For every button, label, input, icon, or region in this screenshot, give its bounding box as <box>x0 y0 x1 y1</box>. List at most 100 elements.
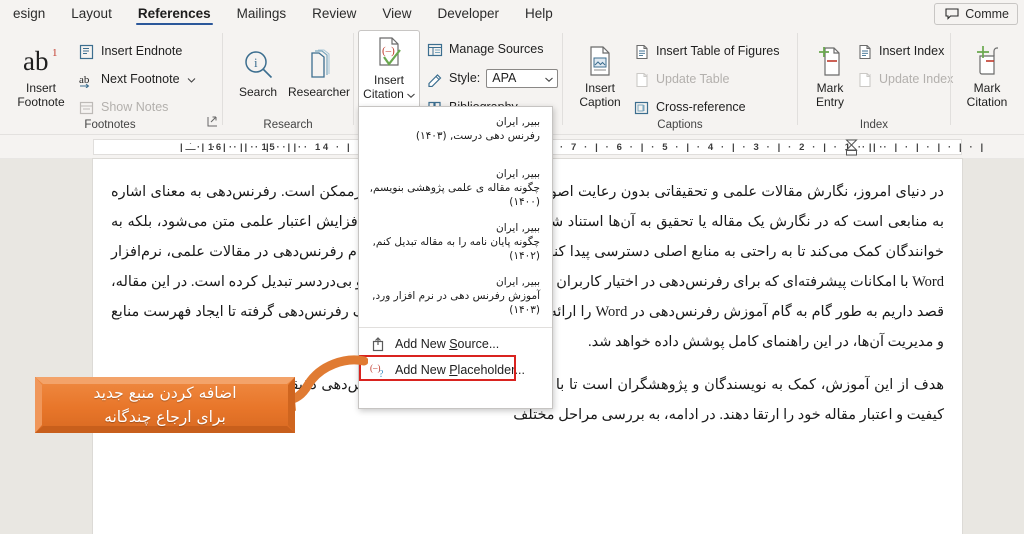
insert-endnote-button[interactable]: Insert Endnote <box>78 43 182 60</box>
group-label-research: Research <box>263 119 313 131</box>
insert-footnote-label-2: Footnote <box>17 95 65 109</box>
tab-view[interactable]: View <box>369 0 424 27</box>
researcher-button-label: Researcher <box>287 85 351 99</box>
group-label-footnotes: Footnotes <box>84 119 136 131</box>
citation-source-item[interactable]: ببیر, ایران رفرنس دهی درست, (۱۴۰۳) <box>359 111 552 145</box>
insert-caption-label-1: Insert <box>584 81 615 95</box>
comment-bubble-icon <box>943 6 960 23</box>
mark-citation-label-1: Mark <box>973 81 1001 95</box>
citation-source-title: آموزش رفرنس دهی در نرم افزار ورد, (۱۴۰۳) <box>372 290 540 316</box>
update-index-button: ! Update Index <box>856 71 953 88</box>
ab-superscript-icon: ab 1 <box>21 41 61 81</box>
citation-style-value: APA <box>492 71 517 85</box>
citation-source-title: چگونه مقاله ی علمی پژوهشی بنویسم, (۱۴۰۰) <box>369 182 540 208</box>
insert-table-of-figures-button[interactable]: Insert Table of Figures <box>633 43 779 60</box>
mark-entry-button[interactable]: Mark Entry <box>806 41 854 109</box>
add-new-source-label: Add New Source... <box>395 337 500 351</box>
add-new-placeholder-icon: (–) ? <box>369 362 386 379</box>
insert-footnote-button[interactable]: ab 1 Insert Footnote <box>10 41 72 109</box>
manage-sources-button[interactable]: Manage Sources <box>426 41 544 58</box>
mark-citation-button[interactable]: Mark Citation <box>959 41 1015 109</box>
citation-source-title: رفرنس دهی درست, (۱۴۰۳) <box>415 130 540 142</box>
cross-reference-label: Cross-reference <box>656 100 746 114</box>
menu-separator <box>359 327 552 328</box>
insert-caption-label-2: Caption <box>579 95 621 109</box>
next-footnote-icon: ab <box>78 71 95 88</box>
search-icon: i <box>241 45 275 85</box>
add-new-source-icon <box>369 336 386 353</box>
insert-endnote-label: Insert Endnote <box>101 44 183 58</box>
mark-entry-label-1: Mark <box>816 81 844 95</box>
mark-entry-label-2: Entry <box>815 95 844 109</box>
add-new-placeholder-menu-item[interactable]: (–) ? Add New Placeholder... <box>359 357 552 383</box>
insert-caption-button[interactable]: Insert Caption <box>571 41 629 109</box>
show-notes-label: Show Notes <box>101 100 169 114</box>
group-label-index: Index <box>859 119 889 131</box>
svg-text:(–): (–) <box>382 45 395 57</box>
chevron-down-icon[interactable] <box>545 71 554 86</box>
tab-review[interactable]: Review <box>299 0 369 27</box>
svg-text:?: ? <box>379 369 384 378</box>
citation-source-item[interactable]: ببیر, ایران چگونه مقاله ی علمی پژوهشی بن… <box>359 163 552 211</box>
add-new-placeholder-label: Add New Placeholder... <box>395 363 525 377</box>
ribbon-tab-strip: esign Layout References Mailings Review … <box>0 0 1024 27</box>
right-indent-marker[interactable] <box>845 139 858 156</box>
insert-citation-chevron-down-icon[interactable] <box>406 87 415 101</box>
word-window: esign Layout References Mailings Review … <box>0 0 1024 534</box>
next-footnote-button[interactable]: ab Next Footnote <box>78 71 198 88</box>
footnotes-dialog-launcher[interactable] <box>207 116 218 130</box>
group-label-captions: Captions <box>657 119 703 131</box>
callout-line-2: برای ارجاع چندگانه <box>104 408 226 426</box>
insert-index-button[interactable]: Insert Index <box>856 43 944 60</box>
annotation-callout: اضافه کردن منبع جدید برای ارجاع چندگانه <box>35 377 295 433</box>
cross-reference-button[interactable]: Cross-reference <box>633 99 746 116</box>
tab-developer[interactable]: Developer <box>424 0 512 27</box>
mark-entry-icon <box>813 41 847 81</box>
insert-citation-label-1: Insert <box>373 73 404 87</box>
mark-citation-label-2: Citation <box>966 95 1008 109</box>
update-index-label: Update Index <box>879 72 954 86</box>
citation-source-item[interactable]: ببیر, ایران آموزش رفرنس دهی در نرم افزار… <box>359 271 552 319</box>
ribbon-group-index: Mark Entry Insert Index ! Update Index I… <box>798 27 953 135</box>
citation-style-select[interactable]: APA <box>486 69 559 88</box>
ribbon-group-research: i Search Researcher Research <box>223 27 353 135</box>
tab-design[interactable]: esign <box>0 0 58 27</box>
citation-source-author: ببیر, ایران <box>496 222 540 234</box>
update-table-icon: ! <box>633 71 650 88</box>
table-of-figures-icon <box>633 43 650 60</box>
insert-citation-button[interactable]: (–) Insert Citation <box>360 33 418 101</box>
show-notes-button: Show Notes <box>78 99 168 116</box>
insert-index-label: Insert Index <box>879 44 945 58</box>
search-button[interactable]: i Search <box>231 45 285 99</box>
comments-button[interactable]: Comme <box>934 3 1018 25</box>
add-new-source-menu-item[interactable]: Add New Source... <box>359 331 552 357</box>
svg-text:ab: ab <box>79 74 90 86</box>
style-icon <box>426 70 443 87</box>
tab-help[interactable]: Help <box>512 0 566 27</box>
citation-style-row: Style: APA <box>426 69 559 88</box>
search-button-label: Search <box>238 85 278 99</box>
mark-citation-icon <box>970 41 1004 81</box>
insert-citation-dropdown-menu[interactable]: ببیر, ایران رفرنس دهی درست, (۱۴۰۳) ببیر,… <box>358 106 553 409</box>
tab-references[interactable]: References <box>125 0 224 27</box>
svg-text:i: i <box>254 55 258 70</box>
researcher-books-icon <box>302 45 336 85</box>
cross-reference-icon <box>633 99 650 116</box>
show-notes-icon <box>78 99 95 116</box>
manage-sources-label: Manage Sources <box>449 42 544 56</box>
researcher-button[interactable]: Researcher <box>285 45 353 99</box>
callout-line-1: اضافه کردن منبع جدید <box>93 384 237 402</box>
ruler-ticks-right: · | · | · | · | · | · | <box>862 141 986 153</box>
tab-layout[interactable]: Layout <box>58 0 125 27</box>
citation-source-title: چگونه پایان نامه را به مقاله تبدیل کنم, … <box>372 236 540 262</box>
citation-source-author: ببیر, ایران <box>496 276 540 288</box>
manage-sources-icon <box>426 41 443 58</box>
citation-source-author: ببیر, ایران <box>496 168 540 180</box>
svg-text:1: 1 <box>52 47 58 59</box>
insert-footnote-label-1: Insert <box>25 81 56 95</box>
tab-mailings[interactable]: Mailings <box>224 0 300 27</box>
update-table-label: Update Table <box>656 72 730 86</box>
insert-table-of-figures-label: Insert Table of Figures <box>656 44 780 58</box>
citation-source-item[interactable]: ببیر, ایران چگونه پایان نامه را به مقاله… <box>359 217 552 265</box>
chevron-down-icon[interactable] <box>186 71 198 88</box>
